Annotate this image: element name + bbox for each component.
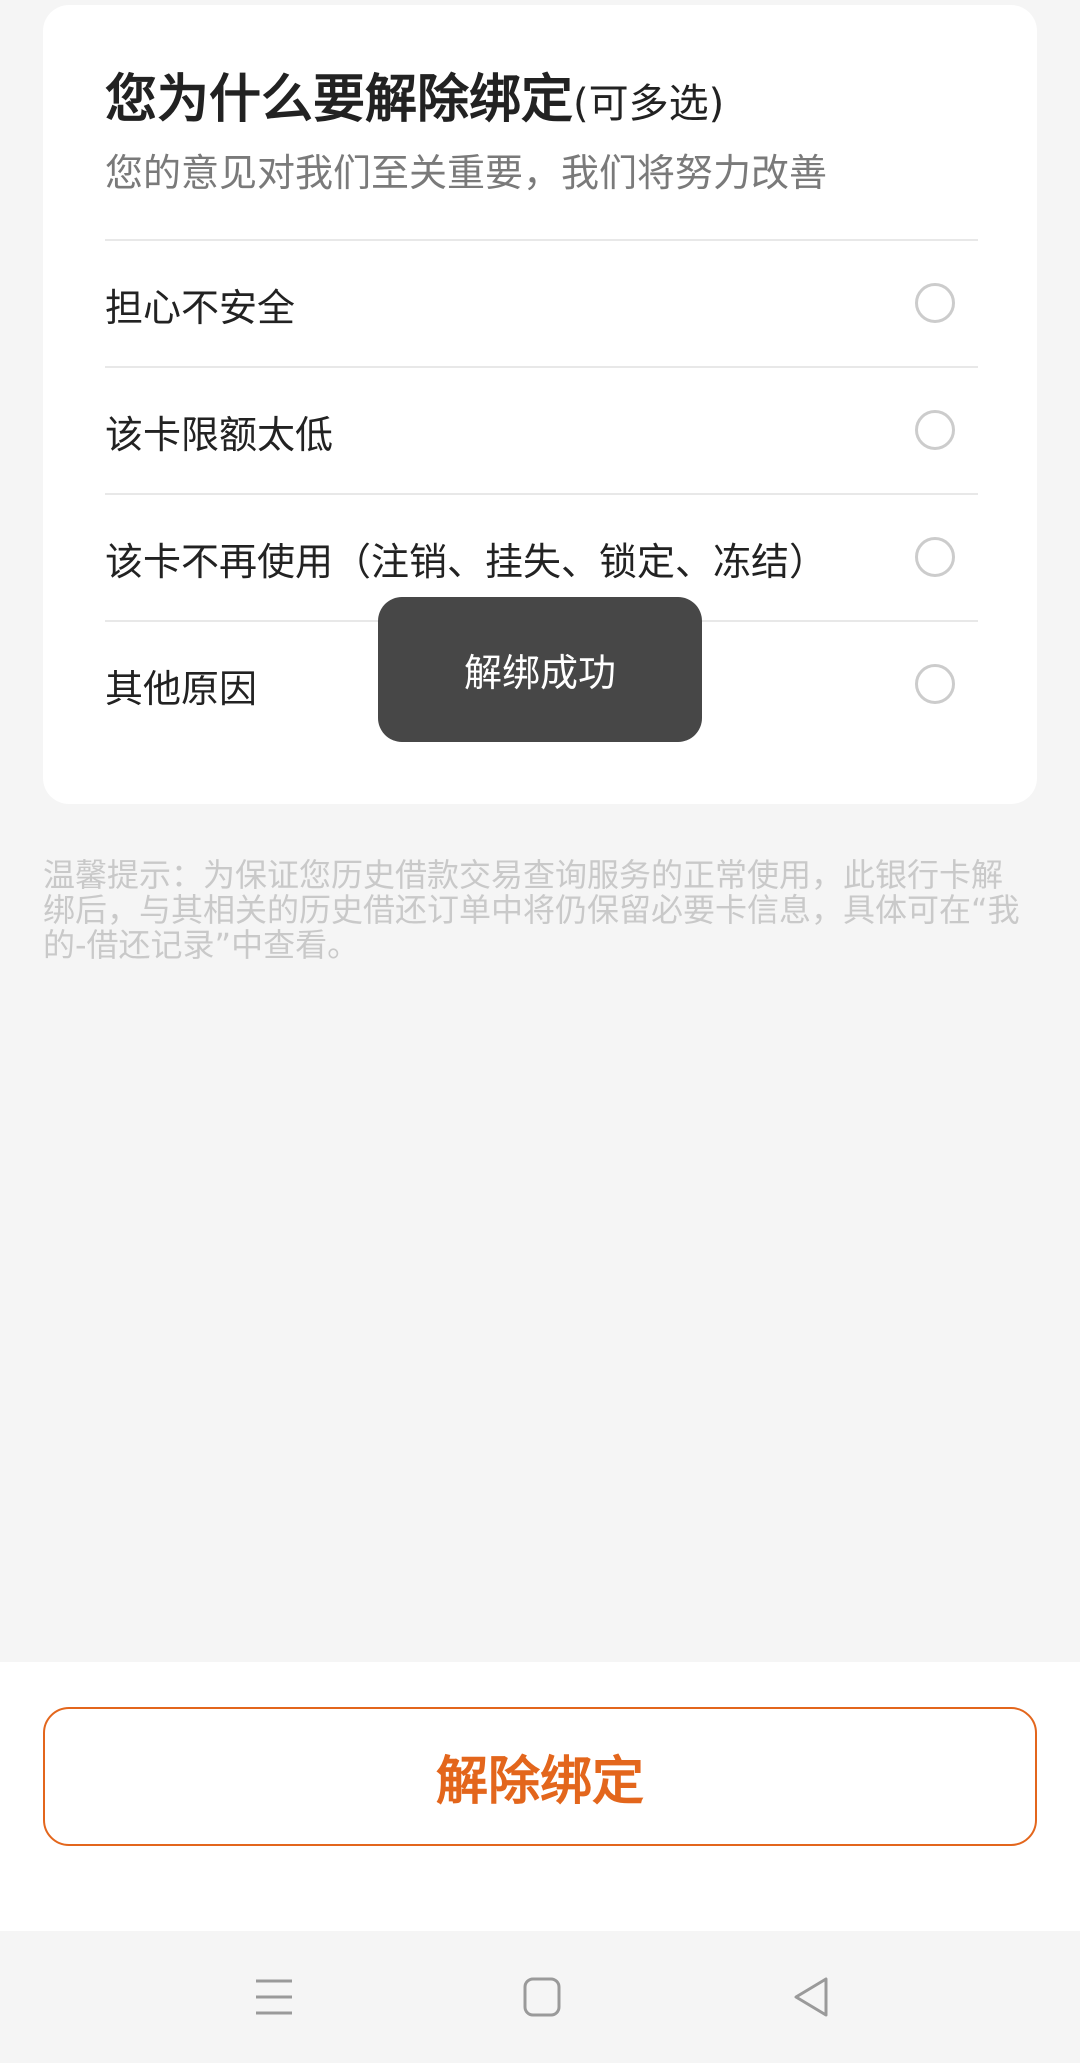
radio-button[interactable] [915,537,955,577]
card-title: 您为什么要解除绑定(可多选) [105,57,724,132]
reason-option-unsafe[interactable]: 担心不安全 [105,239,978,366]
option-label: 其他原因 [105,667,258,711]
reason-option-limit-low[interactable]: 该卡限额太低 [105,366,978,493]
back-icon[interactable] [782,1973,842,2021]
option-label: 该卡限额太低 [105,413,334,457]
radio-button[interactable] [915,283,955,323]
card-subtitle: 您的意见对我们至关重要，我们将努力改善 [105,151,828,195]
title-hint: (可多选) [573,81,725,127]
toast-text: 解绑成功 [463,651,616,695]
system-navigation-bar [0,1931,1080,2063]
bottom-action-area: 解除绑定 [0,1662,1080,1931]
home-icon[interactable] [512,1973,572,2021]
radio-button[interactable] [915,664,955,704]
option-label: 担心不安全 [105,286,296,330]
menu-icon[interactable] [244,1973,304,2021]
radio-button[interactable] [915,410,955,450]
success-toast: 解绑成功 [378,597,702,742]
unbind-button[interactable]: 解除绑定 [43,1707,1037,1846]
unbind-button-label: 解除绑定 [435,1752,644,1812]
warm-tip-text: 温馨提示：为保证您历史借款交易查询服务的正常使用，此银行卡解绑后，与其相关的历史… [43,856,1020,964]
option-label: 该卡不再使用（注销、挂失、锁定、冻结） [105,540,828,584]
title-text: 您为什么要解除绑定 [105,70,574,130]
page: 您为什么要解除绑定(可多选) 您的意见对我们至关重要，我们将努力改善 担心不安全… [0,0,1080,2063]
